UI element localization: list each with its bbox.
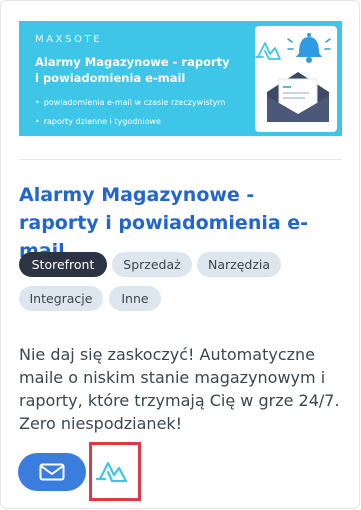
tag-storefront[interactable]: Storefront <box>19 252 107 277</box>
app-logo-icon <box>96 461 128 482</box>
tag-narzedzia[interactable]: Narzędzia <box>197 252 281 277</box>
app-logo-icon <box>255 42 281 60</box>
tag-integracje[interactable]: Integracje <box>19 286 103 311</box>
envelope-icon <box>267 72 329 122</box>
mail-button[interactable] <box>18 453 86 491</box>
mail-icon <box>39 463 65 481</box>
app-description: Nie daj się zaskoczyć! Automatyczne mail… <box>19 345 340 433</box>
banner-bullet: powiadomienia e-mail w czasie rzeczywist… <box>35 93 226 112</box>
app-card: MAXSOTE Alarmy Magazynowe - raporty i po… <box>0 0 360 509</box>
tag-sprzedaz[interactable]: Sprzedaż <box>112 252 192 277</box>
banner-brand: MAXSOTE <box>35 34 103 45</box>
tag-inne[interactable]: Inne <box>109 286 161 311</box>
divider <box>19 159 342 160</box>
banner-bullet: raporty dzienne i tygodniowe <box>35 112 225 131</box>
bell-icon <box>287 33 331 63</box>
app-banner: MAXSOTE Alarmy Magazynowe - raporty i po… <box>19 21 342 136</box>
banner-bullets: powiadomienia e-mail w czasie rzeczywist… <box>35 93 226 131</box>
banner-illustration <box>255 26 337 132</box>
app-logo-button[interactable] <box>89 442 141 501</box>
banner-title: Alarmy Magazynowe - raporty i powiadomie… <box>35 55 230 85</box>
